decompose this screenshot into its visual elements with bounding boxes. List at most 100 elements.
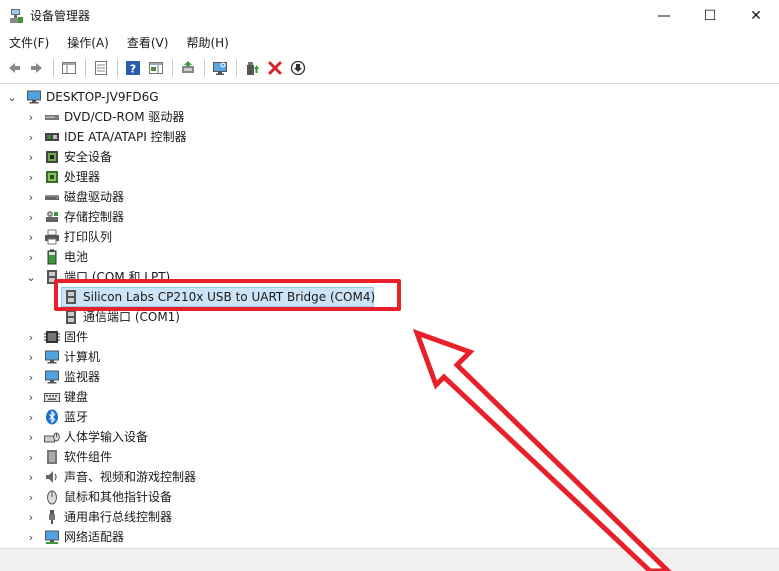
dvd-drive-icon: [45, 115, 59, 120]
menu-help[interactable]: 帮助(H): [177, 32, 237, 54]
bluetooth-icon: [46, 409, 58, 425]
tree-item-keyboard[interactable]: › 键盘: [0, 387, 779, 407]
tree-item-label: 监视器: [64, 370, 101, 384]
update-driver-button[interactable]: [177, 57, 199, 79]
tree-item-label: 网络适配器: [64, 530, 125, 544]
maximize-button[interactable]: ☐: [687, 0, 733, 32]
device-tree[interactable]: ⌄ DESKTOP-JV9FD6G › DVD/CD-ROM 驱动器 › IDE…: [0, 83, 779, 548]
tree-item-label: 磁盘驱动器: [64, 190, 125, 204]
toolbar-separator: [85, 59, 86, 77]
tree-item-label: 处理器: [64, 170, 101, 184]
tree-root[interactable]: ⌄ DESKTOP-JV9FD6G: [0, 87, 779, 107]
disable-device-button[interactable]: [287, 57, 309, 79]
chevron-right-icon[interactable]: ›: [25, 527, 37, 547]
tree-item-print-queue[interactable]: › 打印队列: [0, 227, 779, 247]
tree-item-label: 软件组件: [64, 450, 113, 464]
menu-bar: 文件(F) 操作(A) 查看(V) 帮助(H): [0, 32, 779, 54]
firmware-icon: [44, 331, 60, 343]
tree-item-firmware[interactable]: › 固件: [0, 327, 779, 347]
help-icon: ?: [126, 61, 140, 76]
chevron-right-icon[interactable]: ›: [25, 167, 37, 187]
toolbar: ?: [0, 55, 779, 81]
tree-item-monitor[interactable]: › 监视器: [0, 367, 779, 387]
toolbar-separator: [53, 59, 54, 77]
console-tree-button[interactable]: [58, 57, 80, 79]
chevron-right-icon[interactable]: ›: [25, 147, 37, 167]
battery-icon: [47, 249, 57, 265]
mouse-icon: [47, 490, 57, 505]
tree-root-label: DESKTOP-JV9FD6G: [46, 90, 159, 104]
annotation-highlight-box: [54, 279, 401, 311]
tree-item-label: IDE ATA/ATAPI 控制器: [64, 130, 187, 144]
help-button[interactable]: ?: [122, 57, 144, 79]
forward-icon: [31, 63, 42, 73]
tree-item-label: 蓝牙: [64, 410, 89, 424]
keyboard-icon: [44, 393, 60, 402]
tree-item-computer[interactable]: › 计算机: [0, 347, 779, 367]
menu-action[interactable]: 操作(A): [58, 32, 118, 54]
tree-item-network[interactable]: › 网络适配器: [0, 527, 779, 547]
minimize-button[interactable]: —: [641, 0, 687, 32]
action-pane-button[interactable]: [145, 57, 167, 79]
menu-file[interactable]: 文件(F): [0, 32, 58, 54]
tree-item-label: 人体学输入设备: [64, 430, 149, 444]
scan-hardware-button[interactable]: [209, 57, 231, 79]
computer-icon: [45, 350, 59, 364]
tree-item-label: 存储控制器: [64, 210, 125, 224]
toolbar-separator: [204, 59, 205, 77]
properties-icon: [95, 61, 107, 75]
chevron-right-icon[interactable]: ›: [25, 247, 37, 267]
tree-item-label: 鼠标和其他指针设备: [64, 490, 173, 504]
storage-controller-icon: [46, 211, 58, 222]
chevron-right-icon[interactable]: ›: [25, 447, 37, 467]
chevron-right-icon[interactable]: ›: [25, 467, 37, 487]
tree-item-dvd[interactable]: › DVD/CD-ROM 驱动器: [0, 107, 779, 127]
action-pane-icon: [149, 62, 163, 74]
chevron-down-icon[interactable]: ⌄: [25, 267, 37, 287]
security-device-icon: [46, 151, 58, 163]
chevron-right-icon[interactable]: ›: [25, 387, 37, 407]
uninstall-device-button[interactable]: [264, 57, 286, 79]
tree-item-security[interactable]: › 安全设备: [0, 147, 779, 167]
chevron-right-icon[interactable]: ›: [25, 127, 37, 147]
forward-button[interactable]: [26, 57, 48, 79]
tree-item-usb[interactable]: › 通用串行总线控制器: [0, 507, 779, 527]
tree-item-disk[interactable]: › 磁盘驱动器: [0, 187, 779, 207]
status-bar: [0, 548, 779, 571]
back-button[interactable]: [3, 57, 25, 79]
chevron-right-icon[interactable]: ›: [25, 427, 37, 447]
chevron-right-icon[interactable]: ›: [25, 367, 37, 387]
tree-item-ide[interactable]: › IDE ATA/ATAPI 控制器: [0, 127, 779, 147]
tree-item-label: 打印队列: [64, 230, 113, 244]
close-button[interactable]: ✕: [733, 0, 779, 32]
properties-button[interactable]: [90, 57, 112, 79]
enable-device-button[interactable]: [241, 57, 263, 79]
chevron-right-icon[interactable]: ›: [25, 347, 37, 367]
chevron-right-icon[interactable]: ›: [25, 227, 37, 247]
chevron-down-icon[interactable]: ⌄: [6, 87, 18, 107]
tree-item-software[interactable]: › 软件组件: [0, 447, 779, 467]
tree-item-label: 声音、视频和游戏控制器: [64, 470, 197, 484]
menu-view[interactable]: 查看(V): [118, 32, 178, 54]
tree-item-processor[interactable]: › 处理器: [0, 167, 779, 187]
tree-item-hid[interactable]: › 人体学输入设备: [0, 427, 779, 447]
chevron-right-icon[interactable]: ›: [25, 487, 37, 507]
tree-item-label: 固件: [64, 330, 89, 344]
tree-item-mouse[interactable]: › 鼠标和其他指针设备: [0, 487, 779, 507]
enable-device-icon: [247, 62, 259, 75]
chevron-right-icon[interactable]: ›: [25, 187, 37, 207]
chevron-right-icon[interactable]: ›: [25, 507, 37, 527]
chevron-right-icon[interactable]: ›: [25, 407, 37, 427]
tree-item-sound[interactable]: › 声音、视频和游戏控制器: [0, 467, 779, 487]
tree-item-bluetooth[interactable]: › 蓝牙: [0, 407, 779, 427]
update-driver-icon: [182, 61, 194, 73]
toolbar-separator: [172, 59, 173, 77]
usb-icon: [49, 510, 55, 524]
chevron-right-icon[interactable]: ›: [25, 107, 37, 127]
tree-item-storage[interactable]: › 存储控制器: [0, 207, 779, 227]
tree-item-battery[interactable]: › 电池: [0, 247, 779, 267]
uninstall-device-icon: [268, 61, 282, 75]
chevron-right-icon[interactable]: ›: [25, 207, 37, 227]
toolbar-separator: [117, 59, 118, 77]
chevron-right-icon[interactable]: ›: [25, 327, 37, 347]
